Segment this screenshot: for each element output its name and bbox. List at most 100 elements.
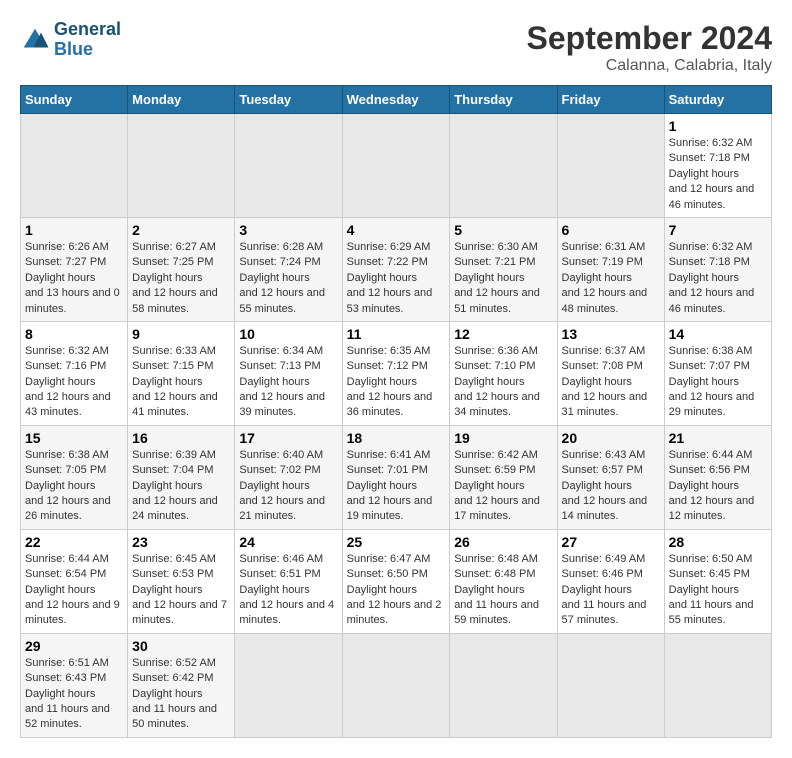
day-header-sunday: Sunday bbox=[21, 86, 128, 114]
day-number: 1 bbox=[25, 222, 123, 238]
day-info: Sunrise: 6:51 AM Sunset: 6:43 PM Dayligh… bbox=[25, 656, 123, 733]
day-info: Sunrise: 6:44 AM Sunset: 6:56 PM Dayligh… bbox=[669, 448, 767, 525]
calendar-cell: 22 Sunrise: 6:44 AM Sunset: 6:54 PM Dayl… bbox=[21, 529, 128, 633]
day-number: 6 bbox=[562, 222, 660, 238]
day-number: 24 bbox=[239, 534, 337, 550]
calendar-cell: 8 Sunrise: 6:32 AM Sunset: 7:16 PM Dayli… bbox=[21, 321, 128, 425]
day-header-thursday: Thursday bbox=[450, 86, 557, 114]
calendar-cell: 25 Sunrise: 6:47 AM Sunset: 6:50 PM Dayl… bbox=[342, 529, 450, 633]
calendar-week-row: 1 Sunrise: 6:26 AM Sunset: 7:27 PM Dayli… bbox=[21, 217, 772, 321]
calendar-cell: 13 Sunrise: 6:37 AM Sunset: 7:08 PM Dayl… bbox=[557, 321, 664, 425]
calendar-cell bbox=[557, 114, 664, 218]
day-number: 17 bbox=[239, 430, 337, 446]
day-number: 2 bbox=[132, 222, 230, 238]
calendar-cell: 20 Sunrise: 6:43 AM Sunset: 6:57 PM Dayl… bbox=[557, 425, 664, 529]
calendar-cell: 16 Sunrise: 6:39 AM Sunset: 7:04 PM Dayl… bbox=[128, 425, 235, 529]
calendar-cell bbox=[128, 114, 235, 218]
day-info: Sunrise: 6:40 AM Sunset: 7:02 PM Dayligh… bbox=[239, 448, 337, 525]
day-number: 20 bbox=[562, 430, 660, 446]
calendar-cell: 15 Sunrise: 6:38 AM Sunset: 7:05 PM Dayl… bbox=[21, 425, 128, 529]
calendar-cell: 9 Sunrise: 6:33 AM Sunset: 7:15 PM Dayli… bbox=[128, 321, 235, 425]
calendar-body: 1 Sunrise: 6:32 AM Sunset: 7:18 PM Dayli… bbox=[21, 114, 772, 738]
day-info: Sunrise: 6:42 AM Sunset: 6:59 PM Dayligh… bbox=[454, 448, 552, 525]
page-header: GeneralBlue September 2024 Calanna, Cala… bbox=[20, 20, 772, 75]
day-number: 30 bbox=[132, 638, 230, 654]
day-info: Sunrise: 6:30 AM Sunset: 7:21 PM Dayligh… bbox=[454, 240, 552, 317]
day-info: Sunrise: 6:44 AM Sunset: 6:54 PM Dayligh… bbox=[25, 552, 123, 629]
calendar-cell: 30 Sunrise: 6:52 AM Sunset: 6:42 PM Dayl… bbox=[128, 633, 235, 737]
day-number: 19 bbox=[454, 430, 552, 446]
month-title: September 2024 bbox=[527, 20, 772, 57]
day-info: Sunrise: 6:32 AM Sunset: 7:16 PM Dayligh… bbox=[25, 344, 123, 421]
calendar-week-row: 15 Sunrise: 6:38 AM Sunset: 7:05 PM Dayl… bbox=[21, 425, 772, 529]
calendar-cell bbox=[235, 633, 342, 737]
calendar-cell: 26 Sunrise: 6:48 AM Sunset: 6:48 PM Dayl… bbox=[450, 529, 557, 633]
day-info: Sunrise: 6:49 AM Sunset: 6:46 PM Dayligh… bbox=[562, 552, 660, 629]
day-number: 7 bbox=[669, 222, 767, 238]
day-info: Sunrise: 6:38 AM Sunset: 7:07 PM Dayligh… bbox=[669, 344, 767, 421]
day-number: 27 bbox=[562, 534, 660, 550]
calendar-table: SundayMondayTuesdayWednesdayThursdayFrid… bbox=[20, 85, 772, 738]
calendar-cell bbox=[235, 114, 342, 218]
calendar-cell: 12 Sunrise: 6:36 AM Sunset: 7:10 PM Dayl… bbox=[450, 321, 557, 425]
calendar-cell: 5 Sunrise: 6:30 AM Sunset: 7:21 PM Dayli… bbox=[450, 217, 557, 321]
day-info: Sunrise: 6:26 AM Sunset: 7:27 PM Dayligh… bbox=[25, 240, 123, 317]
calendar-cell: 7 Sunrise: 6:32 AM Sunset: 7:18 PM Dayli… bbox=[664, 217, 771, 321]
day-info: Sunrise: 6:37 AM Sunset: 7:08 PM Dayligh… bbox=[562, 344, 660, 421]
day-info: Sunrise: 6:47 AM Sunset: 6:50 PM Dayligh… bbox=[347, 552, 446, 629]
calendar-cell: 27 Sunrise: 6:49 AM Sunset: 6:46 PM Dayl… bbox=[557, 529, 664, 633]
calendar-cell bbox=[21, 114, 128, 218]
day-header-monday: Monday bbox=[128, 86, 235, 114]
day-number: 15 bbox=[25, 430, 123, 446]
day-info: Sunrise: 6:35 AM Sunset: 7:12 PM Dayligh… bbox=[347, 344, 446, 421]
day-number: 3 bbox=[239, 222, 337, 238]
day-info: Sunrise: 6:52 AM Sunset: 6:42 PM Dayligh… bbox=[132, 656, 230, 733]
day-number: 28 bbox=[669, 534, 767, 550]
calendar-cell: 28 Sunrise: 6:50 AM Sunset: 6:45 PM Dayl… bbox=[664, 529, 771, 633]
day-number: 1 bbox=[669, 118, 767, 134]
calendar-cell: 19 Sunrise: 6:42 AM Sunset: 6:59 PM Dayl… bbox=[450, 425, 557, 529]
day-number: 25 bbox=[347, 534, 446, 550]
calendar-cell bbox=[557, 633, 664, 737]
day-info: Sunrise: 6:34 AM Sunset: 7:13 PM Dayligh… bbox=[239, 344, 337, 421]
day-number: 10 bbox=[239, 326, 337, 342]
day-header-friday: Friday bbox=[557, 86, 664, 114]
day-info: Sunrise: 6:39 AM Sunset: 7:04 PM Dayligh… bbox=[132, 448, 230, 525]
day-number: 21 bbox=[669, 430, 767, 446]
day-header-saturday: Saturday bbox=[664, 86, 771, 114]
day-info: Sunrise: 6:46 AM Sunset: 6:51 PM Dayligh… bbox=[239, 552, 337, 629]
calendar-cell: 1 Sunrise: 6:26 AM Sunset: 7:27 PM Dayli… bbox=[21, 217, 128, 321]
day-number: 9 bbox=[132, 326, 230, 342]
calendar-cell: 21 Sunrise: 6:44 AM Sunset: 6:56 PM Dayl… bbox=[664, 425, 771, 529]
day-number: 18 bbox=[347, 430, 446, 446]
calendar-week-row: 8 Sunrise: 6:32 AM Sunset: 7:16 PM Dayli… bbox=[21, 321, 772, 425]
day-info: Sunrise: 6:36 AM Sunset: 7:10 PM Dayligh… bbox=[454, 344, 552, 421]
day-info: Sunrise: 6:27 AM Sunset: 7:25 PM Dayligh… bbox=[132, 240, 230, 317]
calendar-week-row: 1 Sunrise: 6:32 AM Sunset: 7:18 PM Dayli… bbox=[21, 114, 772, 218]
calendar-cell: 10 Sunrise: 6:34 AM Sunset: 7:13 PM Dayl… bbox=[235, 321, 342, 425]
day-info: Sunrise: 6:32 AM Sunset: 7:18 PM Dayligh… bbox=[669, 136, 767, 213]
location: Calanna, Calabria, Italy bbox=[527, 57, 772, 75]
day-info: Sunrise: 6:41 AM Sunset: 7:01 PM Dayligh… bbox=[347, 448, 446, 525]
calendar-cell bbox=[450, 114, 557, 218]
day-info: Sunrise: 6:45 AM Sunset: 6:53 PM Dayligh… bbox=[132, 552, 230, 629]
title-block: September 2024 Calanna, Calabria, Italy bbox=[527, 20, 772, 75]
day-number: 8 bbox=[25, 326, 123, 342]
day-header-wednesday: Wednesday bbox=[342, 86, 450, 114]
calendar-cell: 24 Sunrise: 6:46 AM Sunset: 6:51 PM Dayl… bbox=[235, 529, 342, 633]
calendar-cell: 14 Sunrise: 6:38 AM Sunset: 7:07 PM Dayl… bbox=[664, 321, 771, 425]
calendar-header-row: SundayMondayTuesdayWednesdayThursdayFrid… bbox=[21, 86, 772, 114]
day-number: 23 bbox=[132, 534, 230, 550]
calendar-week-row: 29 Sunrise: 6:51 AM Sunset: 6:43 PM Dayl… bbox=[21, 633, 772, 737]
calendar-cell bbox=[450, 633, 557, 737]
day-info: Sunrise: 6:50 AM Sunset: 6:45 PM Dayligh… bbox=[669, 552, 767, 629]
day-number: 12 bbox=[454, 326, 552, 342]
day-info: Sunrise: 6:28 AM Sunset: 7:24 PM Dayligh… bbox=[239, 240, 337, 317]
calendar-cell: 18 Sunrise: 6:41 AM Sunset: 7:01 PM Dayl… bbox=[342, 425, 450, 529]
logo-text: GeneralBlue bbox=[54, 20, 121, 60]
calendar-cell: 11 Sunrise: 6:35 AM Sunset: 7:12 PM Dayl… bbox=[342, 321, 450, 425]
calendar-cell: 2 Sunrise: 6:27 AM Sunset: 7:25 PM Dayli… bbox=[128, 217, 235, 321]
day-number: 22 bbox=[25, 534, 123, 550]
day-info: Sunrise: 6:38 AM Sunset: 7:05 PM Dayligh… bbox=[25, 448, 123, 525]
day-info: Sunrise: 6:31 AM Sunset: 7:19 PM Dayligh… bbox=[562, 240, 660, 317]
